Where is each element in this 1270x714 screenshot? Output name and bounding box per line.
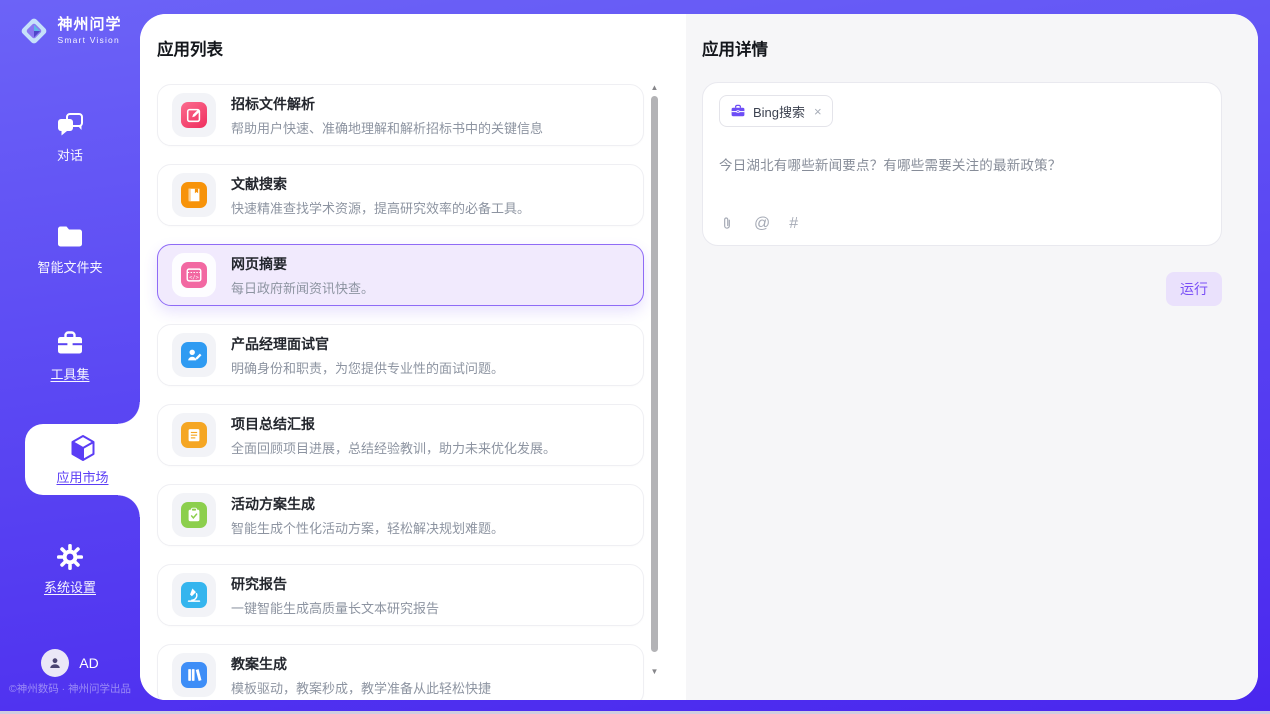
toolbox-icon <box>55 329 85 359</box>
run-row: 运行 <box>702 272 1222 306</box>
app-title: 研究报告 <box>231 574 439 594</box>
tool-tag-label: Bing搜索 <box>753 102 805 121</box>
paperclip-icon[interactable] <box>719 215 735 232</box>
notepad-icon <box>172 413 216 457</box>
brand-logo: 神州问学 Smart Vision <box>0 15 140 47</box>
folder-icon <box>55 222 85 252</box>
sidebar-item-app-market[interactable]: 应用市场 <box>25 424 140 495</box>
app-desc: 智能生成个性化活动方案，轻松解决规划难题。 <box>231 518 504 537</box>
app-detail-panel: 应用详情 Bing搜索 × 今日湖北有哪些新闻要点？有哪些需要关注的最新政 <box>686 14 1258 700</box>
brand-name: 神州问学 <box>57 17 121 34</box>
app-title: 教案生成 <box>231 654 491 674</box>
clipboard-check-icon <box>172 493 216 537</box>
interviewer-icon <box>172 333 216 377</box>
app-card-web-summary[interactable]: </> 网页摘要 每日政府新闻资讯快查。 <box>157 244 644 306</box>
app-card-bid-analysis[interactable]: 招标文件解析 帮助用户快速、准确地理解和解析招标书中的关键信息 <box>157 84 644 146</box>
user-account[interactable]: AD <box>0 649 140 677</box>
app-list-panel: 应用列表 招标文件解析 帮助用户快速、准确地理解和解析招标书中的关键信 <box>140 14 686 700</box>
app-desc: 一键智能生成高质量长文本研究报告 <box>231 598 439 617</box>
app-desc: 模板驱动，教案秒成，教学准备从此轻松快捷 <box>231 678 491 697</box>
user-avatar-icon <box>47 655 63 671</box>
svg-text:</>: </> <box>189 275 199 281</box>
sidebar-item-label: 对话 <box>57 145 83 164</box>
tool-tag-bing-search[interactable]: Bing搜索 × <box>719 95 833 127</box>
gear-icon <box>55 542 85 572</box>
user-initials: AD <box>79 655 98 671</box>
scroll-up-icon[interactable]: ▲ <box>650 83 659 93</box>
main-content: 应用列表 招标文件解析 帮助用户快速、准确地理解和解析招标书中的关键信 <box>140 14 1258 700</box>
app-desc: 明确身份和职责，为您提供专业性的面试问题。 <box>231 358 504 377</box>
cube-icon <box>68 433 98 463</box>
run-button[interactable]: 运行 <box>1166 272 1222 306</box>
microscope-icon <box>172 573 216 617</box>
prompt-composer[interactable]: Bing搜索 × 今日湖北有哪些新闻要点？有哪些需要关注的最新政策？ @ # <box>702 82 1222 246</box>
browser-code-icon: </> <box>172 253 216 297</box>
copyright-text: ©神州数码 · 神州问学出品 <box>0 681 140 696</box>
composer-toolbar: @ # <box>719 215 798 232</box>
chat-icon <box>55 110 85 140</box>
app-card-project-summary[interactable]: 项目总结汇报 全面回顾项目进展，总结经验教训，助力未来优化发展。 <box>157 404 644 466</box>
scroll-down-icon[interactable]: ▼ <box>650 667 659 677</box>
scrollbar-thumb[interactable] <box>651 96 658 652</box>
app-title: 产品经理面试官 <box>231 334 504 354</box>
mention-icon[interactable]: @ <box>754 216 770 232</box>
app-title: 活动方案生成 <box>231 494 504 514</box>
sidebar-item-smart-folder[interactable]: 智能文件夹 <box>0 222 140 276</box>
app-desc: 快速精准查找学术资源，提高研究效率的必备工具。 <box>231 198 530 217</box>
app-card-research-report[interactable]: 研究报告 一键智能生成高质量长文本研究报告 <box>157 564 644 626</box>
diamond-logo-icon <box>18 15 50 47</box>
app-list: 招标文件解析 帮助用户快速、准确地理解和解析招标书中的关键信息 <box>157 84 644 700</box>
sidebar-item-label: 系统设置 <box>44 577 96 596</box>
sidebar-item-toolset[interactable]: 工具集 <box>0 329 140 383</box>
app-card-literature-search[interactable]: 文献搜索 快速精准查找学术资源，提高研究效率的必备工具。 <box>157 164 644 226</box>
app-desc: 全面回顾项目进展，总结经验教训，助力未来优化发展。 <box>231 438 556 457</box>
sidebar-item-settings[interactable]: 系统设置 <box>0 542 140 596</box>
app-card-lesson-plan[interactable]: 教案生成 模板驱动，教案秒成，教学准备从此轻松快捷 <box>157 644 644 700</box>
app-window: 神州问学 Smart Vision 对话 智能文件夹 <box>0 0 1270 714</box>
avatar <box>41 649 69 677</box>
app-title: 网页摘要 <box>231 254 374 274</box>
app-title: 项目总结汇报 <box>231 414 556 434</box>
sidebar-item-label: 应用市场 <box>56 467 108 486</box>
query-input[interactable]: 今日湖北有哪些新闻要点？有哪些需要关注的最新政策？ <box>719 154 1205 174</box>
app-card-pm-interviewer[interactable]: 产品经理面试官 明确身份和职责，为您提供专业性的面试问题。 <box>157 324 644 386</box>
app-title: 招标文件解析 <box>231 94 543 114</box>
app-detail-title: 应用详情 <box>702 41 1222 60</box>
hash-icon[interactable]: # <box>789 216 798 232</box>
sidebar-item-label: 工具集 <box>50 364 89 383</box>
sidebar-item-chat[interactable]: 对话 <box>0 110 140 164</box>
app-title: 文献搜索 <box>231 174 530 194</box>
book-icon <box>172 173 216 217</box>
app-desc: 每日政府新闻资讯快查。 <box>231 278 374 297</box>
sidebar: 神州问学 Smart Vision 对话 智能文件夹 <box>0 0 140 711</box>
close-icon[interactable]: × <box>814 104 822 119</box>
sidebar-item-label: 智能文件夹 <box>37 257 102 276</box>
app-card-event-plan[interactable]: 活动方案生成 智能生成个性化活动方案，轻松解决规划难题。 <box>157 484 644 546</box>
app-desc: 帮助用户快速、准确地理解和解析招标书中的关键信息 <box>231 118 543 137</box>
edit-document-icon <box>172 93 216 137</box>
books-icon <box>172 653 216 697</box>
app-list-title: 应用列表 <box>157 41 686 60</box>
app-list-scrollbar[interactable]: ▲ ▼ <box>650 83 659 677</box>
brand-tagline: Smart Vision <box>57 36 121 45</box>
briefcase-icon <box>730 103 746 119</box>
